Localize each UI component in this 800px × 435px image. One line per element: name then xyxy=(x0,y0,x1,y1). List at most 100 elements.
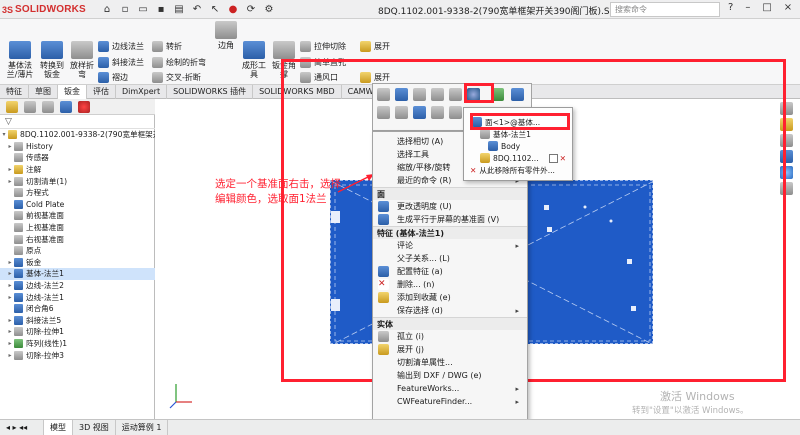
context-menu-item[interactable]: 孤立 (i) xyxy=(373,330,527,343)
select-other-icon[interactable] xyxy=(377,106,390,119)
color-swatch-icon[interactable] xyxy=(548,153,558,163)
plane-icon[interactable] xyxy=(449,106,462,119)
tree-item[interactable]: ▸ 切割清单(1) xyxy=(0,175,155,187)
rollback-icon[interactable] xyxy=(449,88,462,101)
tree-item[interactable]: 传感器 xyxy=(0,152,155,164)
tree-item[interactable]: 前视基准面 xyxy=(0,210,155,222)
traffic-light-icon[interactable]: ● xyxy=(226,3,240,17)
print-icon[interactable]: ▤ xyxy=(172,3,186,17)
select-arrow-icon[interactable]: ↖ xyxy=(208,3,222,17)
appearance-item-body[interactable]: Body xyxy=(464,140,572,152)
tree-item[interactable]: ▸ 边线-法兰2 xyxy=(0,280,155,292)
unfold-button[interactable]: 展开 xyxy=(360,39,390,53)
context-menu-item[interactable]: 更改透明度 (U) xyxy=(373,200,527,213)
miter-flange-button[interactable]: 斜接法兰 xyxy=(98,55,144,69)
context-menu-item[interactable]: 保存选择 (d) ▸ xyxy=(373,304,527,317)
undo-icon[interactable]: ↶ xyxy=(190,3,204,17)
maximize-button[interactable]: □ xyxy=(762,2,771,13)
context-menu-item[interactable]: 评论 ▸ xyxy=(373,239,527,252)
context-menu-item[interactable]: ✕ 删除... (n) xyxy=(373,278,527,291)
help-icon[interactable]: ? xyxy=(728,2,733,13)
context-menu-item[interactable]: 生成平行于屏幕的基准面 (V) xyxy=(373,213,527,226)
tree-item[interactable]: ▸ 钣金 xyxy=(0,257,155,269)
tree-item[interactable]: 闭合角6 xyxy=(0,303,155,315)
context-menu-item[interactable]: 配置特征 (a) xyxy=(373,265,527,278)
close-button[interactable]: × xyxy=(784,2,792,13)
tab-sheet-metal[interactable]: 钣金 xyxy=(58,85,87,99)
options-icon[interactable]: ⚙ xyxy=(262,3,276,17)
tab-features[interactable]: 特征 xyxy=(0,85,29,99)
search-commands-input[interactable]: 搜索命令 xyxy=(610,2,720,17)
extruded-cut-button[interactable]: 拉伸切除 xyxy=(300,39,346,53)
open-icon[interactable]: ▭ xyxy=(136,3,150,17)
context-menu-item[interactable]: 展开 (j) xyxy=(373,343,527,356)
context-menu-item[interactable]: 添加到收藏 (e) xyxy=(373,291,527,304)
tree-item[interactable]: ▸ 斜接法兰5 xyxy=(0,315,155,327)
section-view-icon[interactable] xyxy=(413,106,426,119)
context-menu-item[interactable]: 父子关系... (L) xyxy=(373,252,527,265)
expand-icon[interactable]: ▸ xyxy=(6,270,14,277)
tab-nav-arrows[interactable]: ◂ ▸ ◂◂ xyxy=(0,420,44,435)
tree-item[interactable]: 右视基准面 xyxy=(0,233,155,245)
tree-item[interactable]: ▸ 基体-法兰1 xyxy=(0,268,155,280)
expand-icon[interactable]: ▸ xyxy=(6,352,14,359)
tree-item[interactable]: 上视基准面 xyxy=(0,222,155,234)
tree-item[interactable]: Cold Plate xyxy=(0,199,155,211)
tree-item[interactable]: 方程式 xyxy=(0,187,155,199)
solidworks-logo[interactable]: 3S SOLIDWORKS xyxy=(2,2,86,17)
remove-appearance-icon[interactable]: ✕ xyxy=(560,154,566,163)
propertymanager-tab-icon[interactable] xyxy=(24,101,36,113)
expand-icon[interactable]: ▸ xyxy=(6,294,14,301)
measure-icon[interactable] xyxy=(431,106,444,119)
tree-root[interactable]: ▾ 8DQ.1102.001-9338-2(790宽单框架开 xyxy=(0,129,155,141)
appearance-item-part[interactable]: 8DQ.1102... ✕ xyxy=(464,152,572,164)
tree-item[interactable]: ▸ 注解 xyxy=(0,164,155,176)
expand-icon[interactable]: ▸ xyxy=(6,328,14,335)
edit-feature-icon[interactable] xyxy=(377,88,390,101)
rebuild-icon[interactable]: ⟳ xyxy=(244,3,258,17)
expand-icon[interactable]: ▸ xyxy=(6,143,14,150)
expand-icon[interactable]: ▸ xyxy=(6,317,14,324)
hide-icon[interactable] xyxy=(413,88,426,101)
context-menu-item[interactable]: CWFeatureFinder... ▸ xyxy=(373,395,527,408)
context-menu-item[interactable]: 切割清单属性... xyxy=(373,356,527,369)
lofted-bend-button[interactable]: 放样折 弯 xyxy=(64,41,100,79)
normal-to-icon[interactable] xyxy=(431,88,444,101)
tab-sketch[interactable]: 草图 xyxy=(29,85,58,99)
save-icon[interactable]: ▪ xyxy=(154,3,168,17)
tree-item[interactable]: ▸ 阵列(线性)1 xyxy=(0,338,155,350)
sketch-icon[interactable] xyxy=(395,106,408,119)
tab-3d-view[interactable]: 3D 视图 xyxy=(73,420,116,435)
jog-button[interactable]: 转折 xyxy=(152,39,182,53)
home-icon[interactable]: ⌂ xyxy=(100,3,114,17)
expand-icon[interactable]: ▸ xyxy=(6,259,14,266)
tab-model[interactable]: 模型 xyxy=(44,420,73,435)
remove-all-appearances-item[interactable]: ✕ 从此移除所有零件外... xyxy=(464,164,572,176)
edit-sketch-icon[interactable] xyxy=(395,88,408,101)
minimize-button[interactable]: – xyxy=(745,2,750,13)
tree-item[interactable]: ▸ 边线-法兰1 xyxy=(0,291,155,303)
expand-icon[interactable]: ▸ xyxy=(6,282,14,289)
expand-icon[interactable]: ▸ xyxy=(6,340,14,347)
display-manager-tab-icon[interactable] xyxy=(78,101,90,113)
tree-item[interactable]: ▸ History xyxy=(0,141,155,153)
featuremanager-tab-icon[interactable] xyxy=(6,101,18,113)
expand-icon[interactable]: ▸ xyxy=(6,178,14,185)
tab-solidworks-addins[interactable]: SOLIDWORKS 插件 xyxy=(167,85,254,99)
tree-item[interactable]: ▸ 切除-拉伸1 xyxy=(0,326,155,338)
tree-item[interactable]: ▸ 切除-拉伸3 xyxy=(0,349,155,361)
tree-item[interactable]: 原点 xyxy=(0,245,155,257)
cross-break-button[interactable]: 交叉-折断 xyxy=(152,70,201,84)
expand-icon[interactable]: ▸ xyxy=(6,166,14,173)
tab-dimxpert[interactable]: DimXpert xyxy=(116,85,168,99)
base-flange-button[interactable]: 基体法 兰/薄片 xyxy=(2,41,38,79)
tab-motion-study[interactable]: 运动算例 1 xyxy=(116,420,169,435)
context-menu-item[interactable]: 输出到 DXF / DWG (e) xyxy=(373,369,527,382)
new-document-icon[interactable]: ▫ xyxy=(118,3,132,17)
sketched-bend-button[interactable]: 绘制的折弯 xyxy=(152,55,206,69)
configurationmanager-tab-icon[interactable] xyxy=(42,101,54,113)
dimxpert-tab-icon[interactable] xyxy=(60,101,72,113)
view-orientation-icon[interactable] xyxy=(511,88,524,101)
collapse-icon[interactable]: ▾ xyxy=(0,131,8,138)
edge-flange-button[interactable]: 边线法兰 xyxy=(98,39,144,53)
